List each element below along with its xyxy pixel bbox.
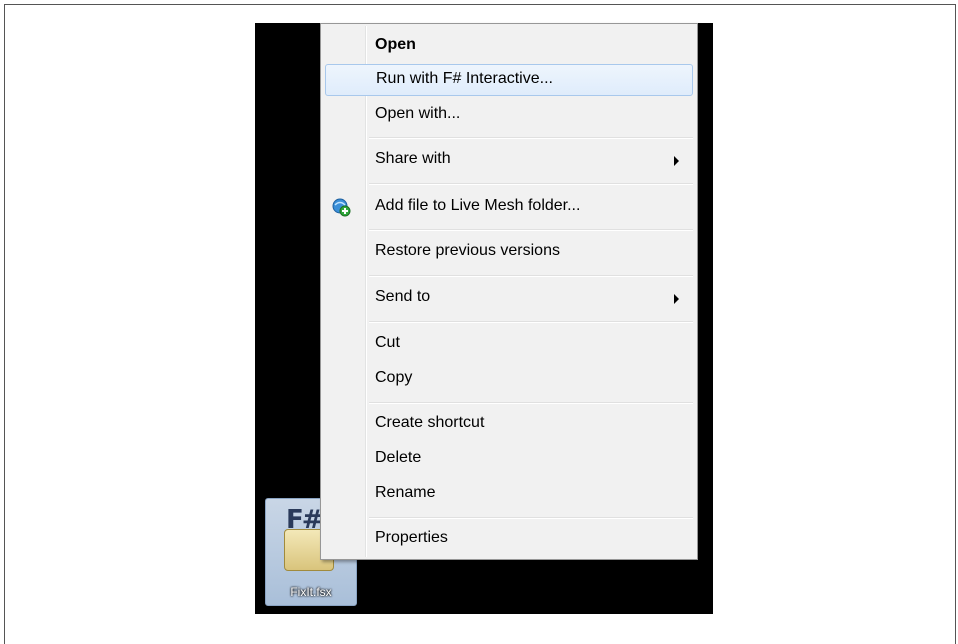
menu-item-label: Cut <box>375 334 400 351</box>
menu-item-create-shortcut[interactable]: Create shortcut <box>325 408 693 440</box>
menu-item-label: Open with... <box>375 105 461 122</box>
menu-separator <box>369 517 693 519</box>
menu-item-label: Copy <box>375 369 413 386</box>
menu-item-label: Create shortcut <box>375 414 485 431</box>
menu-item-send-to[interactable]: Send to <box>325 282 693 314</box>
menu-separator <box>369 137 693 139</box>
menu-item-label: Restore previous versions <box>375 242 560 259</box>
live-mesh-icon <box>331 197 351 217</box>
menu-separator <box>369 229 693 231</box>
file-name-label: FixIt.fsx <box>290 585 332 599</box>
menu-item-open-with[interactable]: Open with... <box>325 99 693 131</box>
menu-item-properties[interactable]: Properties <box>325 523 693 555</box>
menu-separator <box>369 183 693 185</box>
menu-item-label: Send to <box>375 288 431 305</box>
menu-item-restore-versions[interactable]: Restore previous versions <box>325 236 693 268</box>
menu-item-open[interactable]: Open <box>325 30 693 62</box>
menu-item-label: Delete <box>375 449 422 466</box>
menu-item-label: Properties <box>375 529 448 546</box>
menu-item-rename[interactable]: Rename <box>325 478 693 510</box>
menu-separator <box>369 402 693 404</box>
menu-item-live-mesh[interactable]: Add file to Live Mesh folder... <box>325 191 693 223</box>
menu-item-run-fsi[interactable]: Run with F# Interactive... <box>325 64 693 96</box>
menu-item-label: Share with <box>375 150 451 167</box>
menu-item-label: Open <box>375 36 416 53</box>
context-menu: Open Run with F# Interactive... Open wit… <box>320 23 698 560</box>
menu-separator <box>369 321 693 323</box>
menu-item-copy[interactable]: Copy <box>325 363 693 395</box>
menu-item-label: Rename <box>375 484 436 501</box>
menu-item-label: Add file to Live Mesh folder... <box>375 197 581 214</box>
menu-item-share-with[interactable]: Share with <box>325 144 693 176</box>
menu-item-label: Run with F# Interactive... <box>376 70 553 87</box>
menu-separator <box>369 275 693 277</box>
menu-item-delete[interactable]: Delete <box>325 443 693 475</box>
submenu-arrow-icon <box>674 294 679 304</box>
menu-item-cut[interactable]: Cut <box>325 328 693 360</box>
submenu-arrow-icon <box>674 156 679 166</box>
